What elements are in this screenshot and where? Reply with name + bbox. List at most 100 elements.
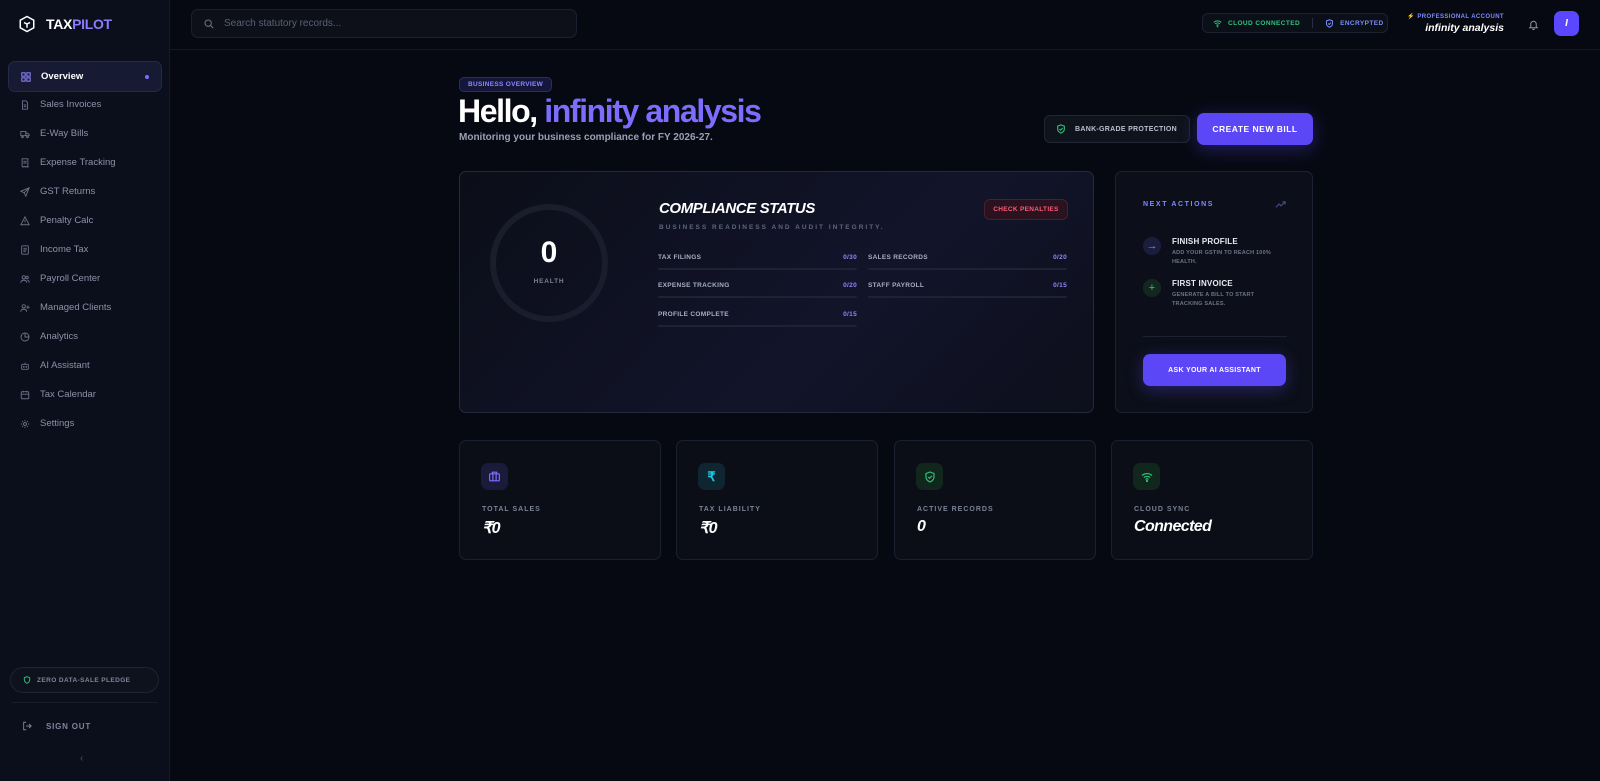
action-title: FINISH PROFILE bbox=[1172, 237, 1238, 246]
action-first-invoice[interactable]: + FIRST INVOICE GENERATE A BILL TO START… bbox=[1143, 279, 1293, 309]
gear-icon bbox=[20, 419, 30, 428]
sidebar-item-label: AI Assistant bbox=[40, 360, 90, 371]
sidebar-item-payroll-center[interactable]: Payroll Center bbox=[8, 264, 162, 293]
sidebar-item-income-tax[interactable]: Income Tax bbox=[8, 235, 162, 264]
wifi-icon bbox=[1213, 19, 1222, 27]
stat-value: 0 bbox=[917, 518, 926, 535]
document-icon bbox=[21, 244, 29, 255]
stat-card-active-records: ACTIVE RECORDS 0 bbox=[894, 440, 1096, 560]
metric-tax-filings: TAX FILINGS 0/30 bbox=[658, 254, 857, 270]
app-logo[interactable]: TAXPILOT bbox=[18, 14, 112, 34]
page-subtitle: Monitoring your business compliance for … bbox=[459, 132, 713, 143]
action-finish-profile[interactable]: → FINISH PROFILE ADD YOUR GSTIN TO REACH… bbox=[1143, 237, 1293, 267]
search-icon bbox=[204, 18, 214, 29]
search-bar[interactable] bbox=[191, 9, 577, 38]
bell-icon bbox=[1528, 20, 1539, 31]
warning-icon bbox=[20, 215, 30, 225]
truck-icon bbox=[20, 130, 30, 138]
health-score: 0 bbox=[540, 236, 558, 269]
account-info[interactable]: ⚡ PROFESSIONAL ACCOUNT infinity analysis bbox=[1404, 13, 1504, 34]
pie-chart-icon bbox=[20, 332, 30, 341]
metric-label: TAX FILINGS bbox=[658, 254, 702, 261]
metric-progress-bar bbox=[868, 268, 1067, 270]
metric-label: EXPENSE TRACKING bbox=[658, 282, 730, 289]
notifications-button[interactable] bbox=[1528, 17, 1539, 35]
protection-badge[interactable]: BANK-GRADE PROTECTION bbox=[1044, 115, 1190, 143]
sidebar-item-label: Tax Calendar bbox=[40, 389, 96, 400]
metric-profile-complete: PROFILE COMPLETE 0/15 bbox=[658, 311, 857, 327]
user-plus-icon bbox=[20, 303, 30, 312]
search-input[interactable] bbox=[224, 18, 554, 29]
metric-value: 0/20 bbox=[843, 282, 857, 289]
sidebar-item-gst-returns[interactable]: GST Returns bbox=[8, 177, 162, 206]
sidebar-item-label: Income Tax bbox=[40, 244, 89, 255]
account-label: ⚡ PROFESSIONAL ACCOUNT bbox=[1407, 14, 1504, 20]
health-label: HEALTH bbox=[533, 278, 565, 285]
pledge-text: ZERO DATA-SALE PLEDGE bbox=[37, 676, 131, 684]
sidebar-item-label: E-Way Bills bbox=[40, 128, 89, 139]
sidebar-item-ai-assistant[interactable]: AI Assistant bbox=[8, 351, 162, 380]
metric-progress-bar bbox=[868, 296, 1067, 298]
metric-value: 0/15 bbox=[843, 311, 857, 318]
collapse-sidebar-icon[interactable]: ‹ bbox=[80, 753, 83, 764]
status-separator bbox=[1312, 18, 1314, 28]
shield-icon bbox=[1326, 18, 1334, 28]
users-icon bbox=[20, 274, 30, 283]
avatar[interactable]: I bbox=[1554, 11, 1579, 36]
metric-progress-bar bbox=[658, 268, 857, 270]
sidebar-item-analytics[interactable]: Analytics bbox=[8, 322, 162, 351]
check-penalties-button[interactable]: CHECK PENALTIES bbox=[984, 199, 1068, 220]
compliance-subtitle: BUSINESS READINESS AND AUDIT INTEGRITY. bbox=[659, 224, 885, 231]
sidebar-item-expense-tracking[interactable]: Expense Tracking bbox=[8, 148, 162, 177]
shield-check-icon bbox=[916, 463, 943, 490]
metric-value: 0/30 bbox=[843, 254, 857, 261]
rupee-icon: ₹ bbox=[698, 463, 725, 490]
metric-value: 0/20 bbox=[1053, 254, 1067, 261]
metric-expense-tracking: EXPENSE TRACKING 0/20 bbox=[658, 282, 857, 298]
stat-label: TAX LIABILITY bbox=[699, 506, 761, 513]
sidebar-item-label: Payroll Center bbox=[40, 273, 101, 284]
receipt-icon bbox=[21, 157, 29, 168]
stat-card-total-sales: TOTAL SALES ₹0 bbox=[459, 440, 661, 560]
metric-value: 0/15 bbox=[1053, 282, 1067, 289]
sidebar-item-settings[interactable]: Settings bbox=[8, 409, 162, 438]
sidebar-item-penalty-calc[interactable]: Penalty Calc bbox=[8, 206, 162, 235]
logout-icon bbox=[23, 721, 32, 731]
sidebar-item-sales-invoices[interactable]: Sales Invoices bbox=[8, 90, 162, 119]
stat-card-cloud-sync: CLOUD SYNC Connected bbox=[1111, 440, 1313, 560]
shield-check-icon bbox=[1057, 124, 1065, 134]
stat-value: Connected bbox=[1134, 518, 1212, 535]
sidebar-nav: Overview Sales Invoices E-Way Bills Expe… bbox=[8, 61, 162, 438]
account-name: infinity analysis bbox=[1425, 22, 1504, 34]
create-bill-button[interactable]: CREATE NEW BILL bbox=[1197, 113, 1313, 145]
sidebar-item-label: Managed Clients bbox=[40, 302, 112, 313]
wifi-icon bbox=[1133, 463, 1160, 490]
metric-label: SALES RECORDS bbox=[868, 254, 928, 261]
ask-ai-assistant-button[interactable]: ASK YOUR AI ASSISTANT bbox=[1143, 354, 1286, 386]
compliance-title: COMPLIANCE STATUS bbox=[659, 200, 815, 217]
sidebar-item-overview[interactable]: Overview bbox=[8, 61, 162, 92]
metric-label: STAFF PAYROLL bbox=[868, 282, 925, 289]
metric-staff-payroll: STAFF PAYROLL 0/15 bbox=[868, 282, 1067, 298]
section-badge: BUSINESS OVERVIEW bbox=[459, 77, 553, 92]
sidebar-item-tax-calendar[interactable]: Tax Calendar bbox=[8, 380, 162, 409]
trending-up-icon bbox=[1275, 201, 1286, 208]
active-indicator bbox=[145, 74, 149, 79]
logo-icon bbox=[19, 15, 35, 33]
page-title: Hello, infinity analysis bbox=[458, 93, 762, 129]
metric-label: PROFILE COMPLETE bbox=[658, 311, 729, 318]
sidebar-item-managed-clients[interactable]: Managed Clients bbox=[8, 293, 162, 322]
next-actions-card: NEXT ACTIONS → FINISH PROFILE ADD YOUR G… bbox=[1115, 171, 1313, 413]
stat-label: TOTAL SALES bbox=[482, 506, 541, 513]
protection-label: BANK-GRADE PROTECTION bbox=[1075, 125, 1177, 133]
encryption-status-text: ENCRYPTED bbox=[1340, 19, 1384, 27]
briefcase-icon bbox=[481, 463, 508, 490]
sidebar-divider bbox=[12, 702, 158, 703]
sidebar-item-e-way-bills[interactable]: E-Way Bills bbox=[8, 119, 162, 148]
metric-sales-records: SALES RECORDS 0/20 bbox=[868, 254, 1067, 270]
sidebar-item-label: Overview bbox=[41, 71, 84, 82]
sign-out-button[interactable]: SIGN OUT bbox=[22, 721, 91, 731]
brand-name: TAXPILOT bbox=[46, 16, 112, 32]
compliance-card: 0 HEALTH COMPLIANCE STATUS BUSINESS READ… bbox=[459, 171, 1094, 413]
cloud-status-text: CLOUD CONNECTED bbox=[1228, 19, 1301, 27]
